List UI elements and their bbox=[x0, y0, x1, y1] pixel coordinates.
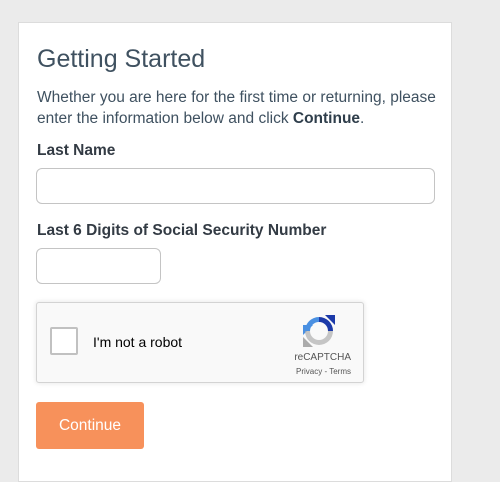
continue-button[interactable]: Continue bbox=[36, 402, 144, 449]
page-title: Getting Started bbox=[37, 45, 206, 73]
recaptcha-logo-icon bbox=[303, 315, 335, 347]
getting-started-card: Getting Started Whether you are here for… bbox=[18, 22, 452, 482]
recaptcha-checkbox-label: I'm not a robot bbox=[93, 334, 183, 350]
recaptcha-privacy-link[interactable]: Privacy bbox=[296, 367, 322, 376]
ssn-last-6-input[interactable] bbox=[36, 248, 161, 284]
recaptcha-brand: reCAPTCHA bbox=[294, 352, 351, 363]
intro-text-body: Whether you are here for the first time … bbox=[37, 89, 436, 127]
last-name-input[interactable] bbox=[36, 168, 435, 204]
intro-text: Whether you are here for the first time … bbox=[37, 87, 437, 129]
recaptcha-widget: I'm not a robot reCAPTCHA Privacy - Term… bbox=[36, 302, 364, 383]
intro-text-end: . bbox=[360, 110, 365, 127]
intro-emphasis: Continue bbox=[292, 110, 361, 127]
recaptcha-terms-link[interactable]: Terms bbox=[329, 367, 351, 376]
last-name-label: Last Name bbox=[37, 142, 116, 159]
recaptcha-links: Privacy - Terms bbox=[296, 367, 351, 376]
ssn-label: Last 6 Digits of Social Security Number bbox=[37, 222, 327, 239]
recaptcha-checkbox[interactable] bbox=[50, 327, 78, 355]
